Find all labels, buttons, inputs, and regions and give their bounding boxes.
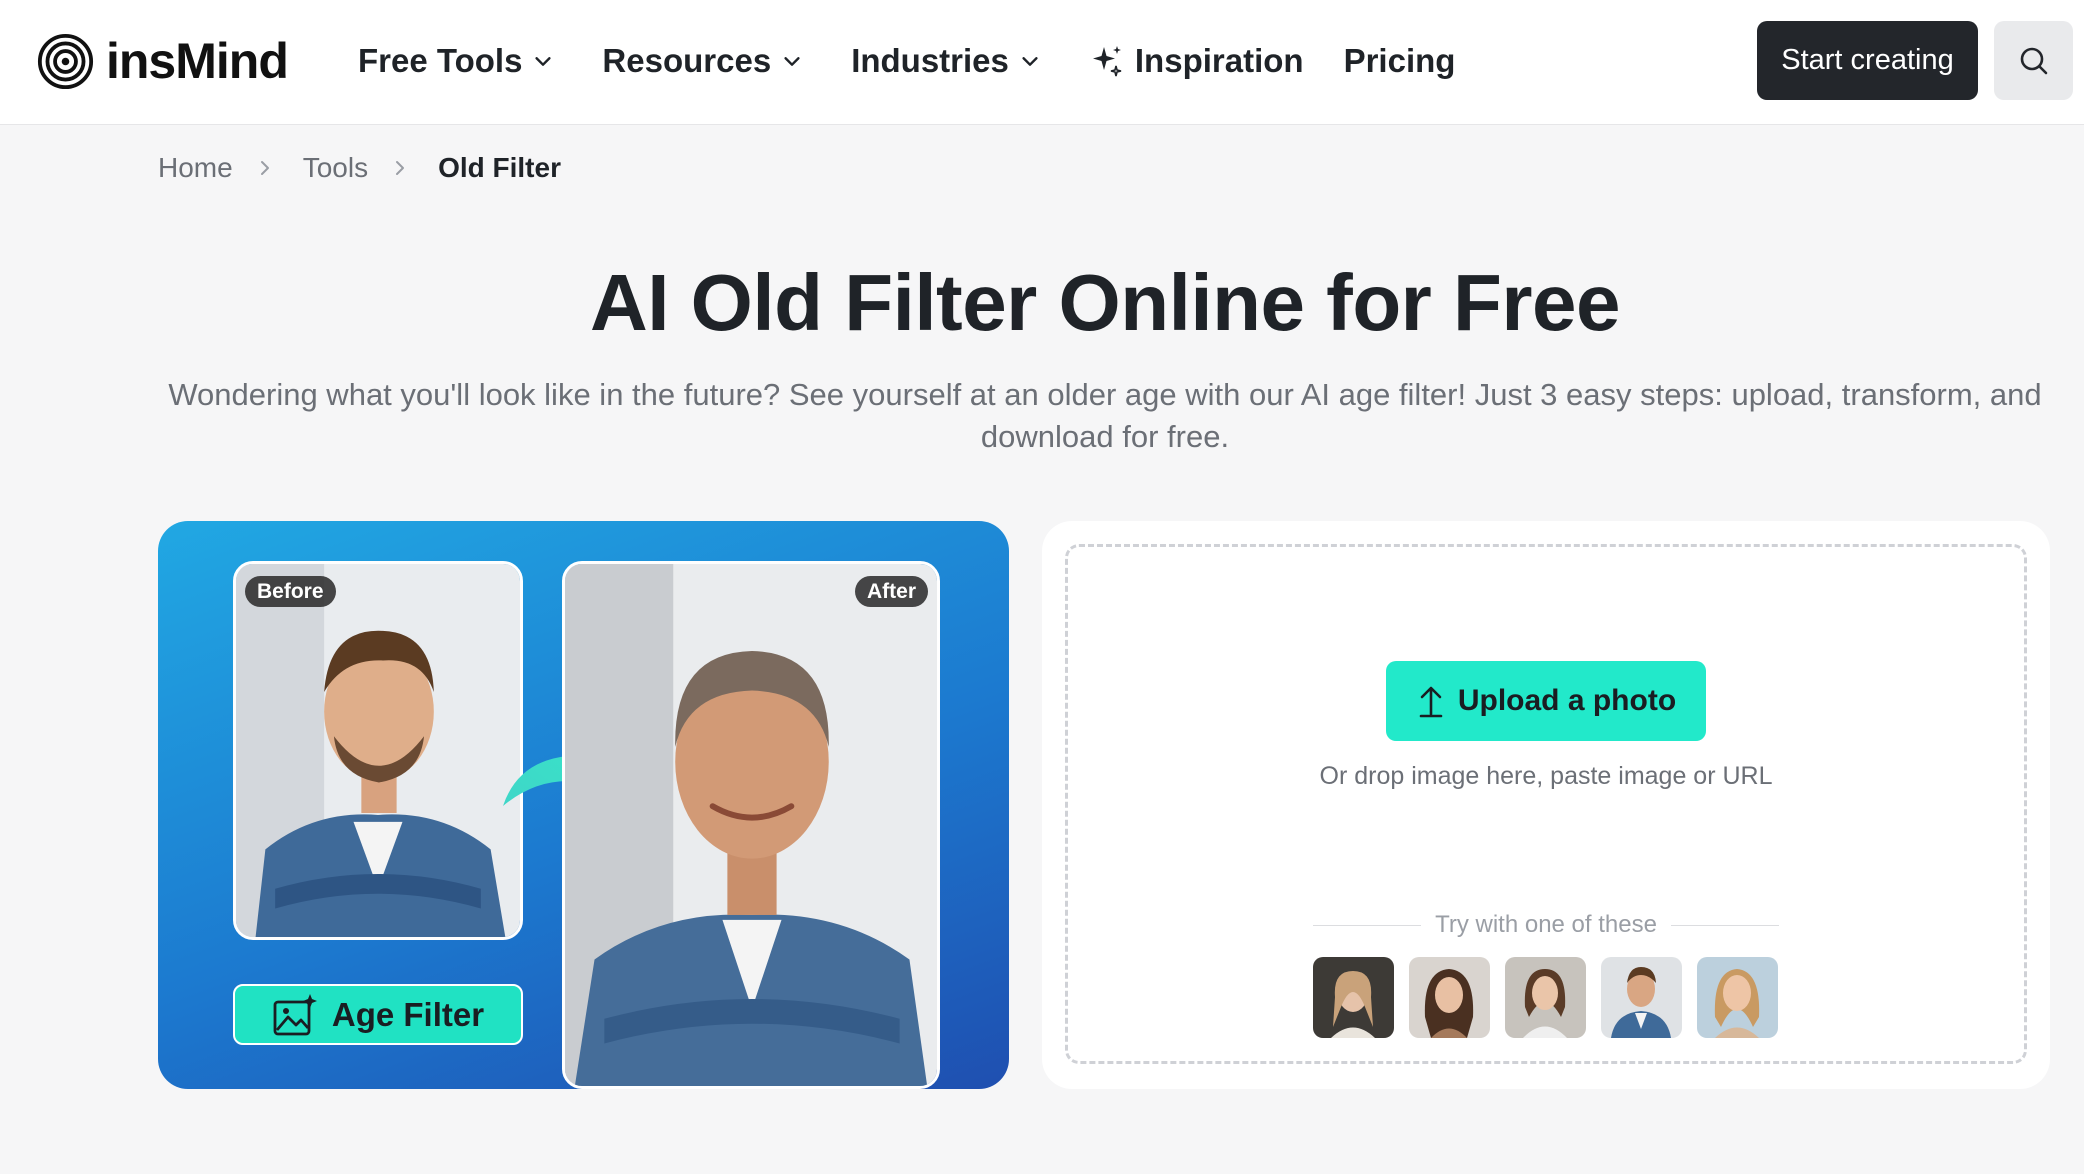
insmind-logo-icon [37, 33, 94, 89]
page-subtitle: Wondering what you'll look like in the f… [168, 377, 2042, 454]
nav-free-tools[interactable]: Free Tools [358, 42, 554, 80]
try-samples-label: Try with one of these [1435, 911, 1657, 938]
sample-woman-portrait-image [1505, 957, 1586, 1038]
sample-woman-portrait-image [1697, 957, 1778, 1038]
sample-image-2[interactable] [1409, 957, 1490, 1038]
age-filter-label: Age Filter [331, 995, 485, 1033]
breadcrumb-home[interactable]: Home [158, 152, 233, 184]
nav-free-tools-label: Free Tools [358, 42, 523, 79]
chevron-down-icon [535, 57, 552, 66]
page-title: AI Old Filter Online for Free [589, 258, 1621, 347]
breadcrumb-current: Old Filter [438, 152, 561, 183]
sample-image-3[interactable] [1505, 957, 1586, 1038]
nav-inspiration-label: Inspiration [1134, 42, 1304, 79]
nav-pricing[interactable]: Pricing [1344, 42, 1456, 80]
brand-name: insMind [106, 33, 289, 89]
nav-pricing-label: Pricing [1343, 42, 1456, 79]
sample-man-portrait-image [1601, 957, 1682, 1038]
brand-logo[interactable]: insMind [37, 31, 289, 91]
start-creating-button[interactable]: Start creating [1757, 21, 1978, 100]
chevron-right-icon [396, 161, 405, 175]
search-icon [2020, 47, 2047, 74]
upload-photo-label: Upload a photo [1457, 684, 1677, 717]
divider-line [1670, 924, 1780, 926]
chevron-right-icon [260, 161, 269, 175]
nav-industries[interactable]: Industries [851, 42, 1041, 80]
sample-images [1313, 957, 1793, 1038]
main-nav: Free Tools Resources Industries Inspirat… [358, 36, 1503, 86]
sample-image-1[interactable] [1313, 957, 1394, 1038]
nav-resources-label: Resources [602, 42, 772, 79]
drop-hint-text: Or drop image here, paste image or URL [1319, 762, 1773, 790]
sample-image-4[interactable] [1601, 957, 1682, 1038]
before-label: Before [245, 576, 336, 607]
young-man-portrait-image [236, 564, 520, 937]
upload-photo-button[interactable]: Upload a photo [1386, 661, 1706, 741]
breadcrumb: Home Tools Old Filter [158, 150, 561, 186]
chevron-down-icon [784, 57, 800, 66]
nav-industries-label: Industries [851, 42, 1009, 79]
site-header: insMind Free Tools Resources Industries … [0, 0, 2084, 125]
sample-image-5[interactable] [1697, 957, 1778, 1038]
after-photo: After [562, 561, 940, 1089]
breadcrumb-tools[interactable]: Tools [303, 152, 368, 184]
sample-woman-portrait-image [1409, 957, 1490, 1038]
sparkle-icon [1092, 46, 1122, 77]
nav-inspiration[interactable]: Inspiration [1089, 42, 1304, 80]
older-man-portrait-image [565, 564, 937, 1086]
nav-resources[interactable]: Resources [602, 42, 803, 80]
after-label: After [854, 576, 928, 607]
image-sparkle-icon [273, 993, 317, 1035]
try-samples-divider: Try with one of these [1313, 907, 1780, 943]
sample-woman-portrait-image [1313, 957, 1394, 1038]
divider-line [1313, 924, 1422, 926]
before-after-demo-card: Before After Age Filter [158, 521, 1009, 1089]
age-filter-button[interactable]: Age Filter [233, 984, 523, 1045]
upload-arrow-icon [1419, 686, 1443, 718]
before-photo: Before [233, 561, 523, 940]
chevron-down-icon [1022, 57, 1038, 66]
search-button[interactable] [1994, 21, 2073, 100]
